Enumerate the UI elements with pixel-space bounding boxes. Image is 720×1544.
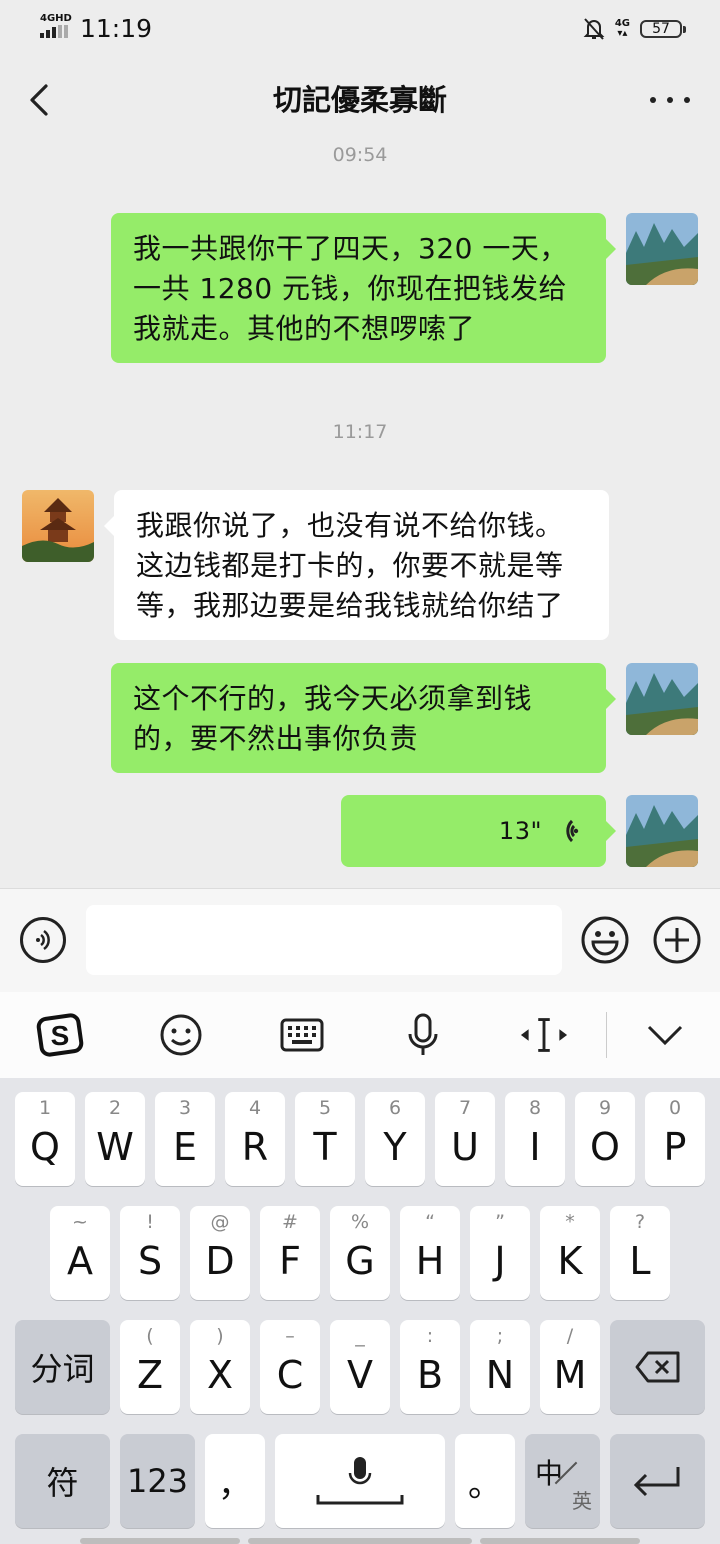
key-x[interactable]: ) X [190,1320,250,1414]
key-v[interactable]: _ V [330,1320,390,1414]
nav-bar-segment [80,1538,240,1544]
voice-duration: 13" [498,817,542,845]
page-title: 切記優柔寡斷 [272,83,447,117]
battery-icon: 57 [640,20,686,38]
message-bubble-sent[interactable]: 这个不行的，我今天必须拿到钱的，要不然出事你负责 [111,663,616,773]
key-w[interactable]: 2W [85,1092,145,1186]
message-input[interactable] [86,905,562,975]
symbol-key[interactable]: 符 [15,1434,110,1528]
self-avatar[interactable] [626,663,698,735]
key-j[interactable]: ” J [470,1206,530,1300]
microphone-icon[interactable] [398,1010,448,1060]
self-avatar[interactable] [626,213,698,285]
key-b[interactable]: :B [400,1320,460,1414]
key-k[interactable]: * K [540,1206,600,1300]
timestamp: 09:54 [332,144,388,166]
key-f[interactable]: # F [260,1206,320,1300]
more-options-icon[interactable] [650,78,690,122]
numbers-key[interactable]: 123 [120,1434,195,1528]
key-o[interactable]: 9O [575,1092,635,1186]
voice-icon [36,929,50,951]
self-avatar[interactable] [626,795,698,867]
backspace-key[interactable] [610,1320,705,1414]
svg-text:S: S [51,1020,70,1051]
key-u[interactable]: 7U [435,1092,495,1186]
space-mic-icon [316,1457,404,1505]
comma-key[interactable]: ， [205,1434,265,1528]
key-q[interactable]: 1Q [15,1092,75,1186]
signal-icon [40,25,70,38]
plus-icon[interactable] [652,915,702,965]
key-y[interactable]: 6Y [365,1092,425,1186]
contact-avatar[interactable] [22,490,94,562]
smiley-icon[interactable] [156,1010,206,1060]
emoji-icon[interactable] [580,915,630,965]
nav-bar-segment [248,1538,472,1544]
network-label: 4GHD [40,13,72,24]
key-a[interactable]: ~ A [50,1206,110,1300]
mute-bell-icon [583,18,605,40]
keyboard-icon[interactable] [277,1010,327,1060]
key-p[interactable]: 0P [645,1092,705,1186]
fenci-key[interactable]: 分词 [15,1320,110,1414]
message-input-bar [0,888,720,993]
cursor-move-icon[interactable] [519,1010,569,1060]
key-g[interactable]: % G [330,1206,390,1300]
backspace-icon [635,1351,679,1383]
key-l[interactable]: ? L [610,1206,670,1300]
voice-input-button[interactable] [20,917,66,963]
status-bar: 4GHD 11:19 4G ▾▴ 57 [0,0,720,56]
key-t[interactable]: 5T [295,1092,355,1186]
key-c[interactable]: – C [260,1320,320,1414]
key-s[interactable]: ! S [120,1206,180,1300]
key-i[interactable]: 8I [505,1092,565,1186]
period-key[interactable]: 。 [455,1434,515,1528]
enter-key[interactable] [610,1434,705,1528]
nav-bar-segment [480,1538,640,1544]
voice-message-bubble[interactable]: 13" [341,795,616,867]
lang-switch-key[interactable]: 中 英 [525,1434,600,1528]
chevron-down-icon[interactable] [640,1010,690,1060]
timestamp: 11:17 [332,421,388,443]
network-4g-label: 4G ▾▴ [614,18,630,39]
enter-icon [633,1467,679,1497]
keyboard: 1Q 2W 3E 4R 5T 6Y 7U 8I 9O 0P ~ A ! S @ D #… [0,1078,720,1544]
key-z[interactable]: (Z [120,1320,180,1414]
chat-header: 切記優柔寡斷 [0,56,720,142]
key-r[interactable]: 4R [225,1092,285,1186]
key-e[interactable]: 3E [155,1092,215,1186]
key-m[interactable]: / M [540,1320,600,1414]
space-key[interactable] [275,1434,445,1528]
key-h[interactable]: “H [400,1206,460,1300]
key-d[interactable]: @ D [190,1206,250,1300]
clock: 11:19 [80,14,153,43]
message-bubble-received[interactable]: 我跟你说了，也没有说不给你钱。这边钱都是打卡的，你要不就是等等，我那边要是给我钱… [104,490,609,640]
sogou-logo-icon[interactable]: S [35,1010,85,1060]
toolbar-divider [606,1012,607,1058]
voice-wave-icon [566,819,579,843]
keyboard-toolbar: S [0,992,720,1078]
key-n[interactable]: ; N [470,1320,530,1414]
message-bubble-sent[interactable]: 我一共跟你干了四天，320 一天，一共 1280 元钱，你现在把钱发给我就走。其… [111,213,616,363]
